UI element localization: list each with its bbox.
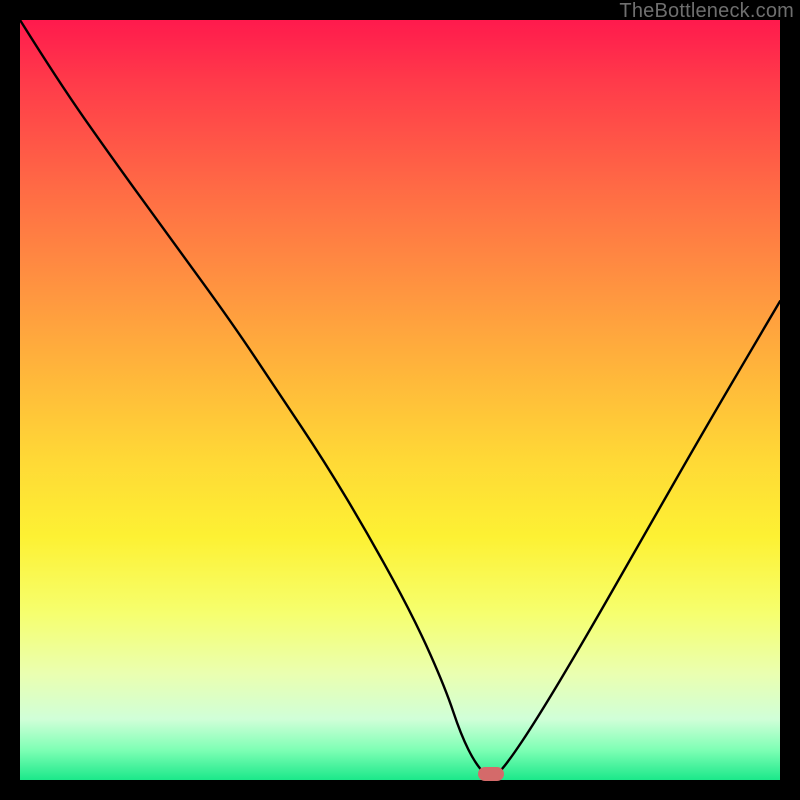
plot-area [20,20,780,780]
bottleneck-curve [20,20,780,780]
optimum-marker [478,767,504,781]
chart-frame: TheBottleneck.com [0,0,800,800]
